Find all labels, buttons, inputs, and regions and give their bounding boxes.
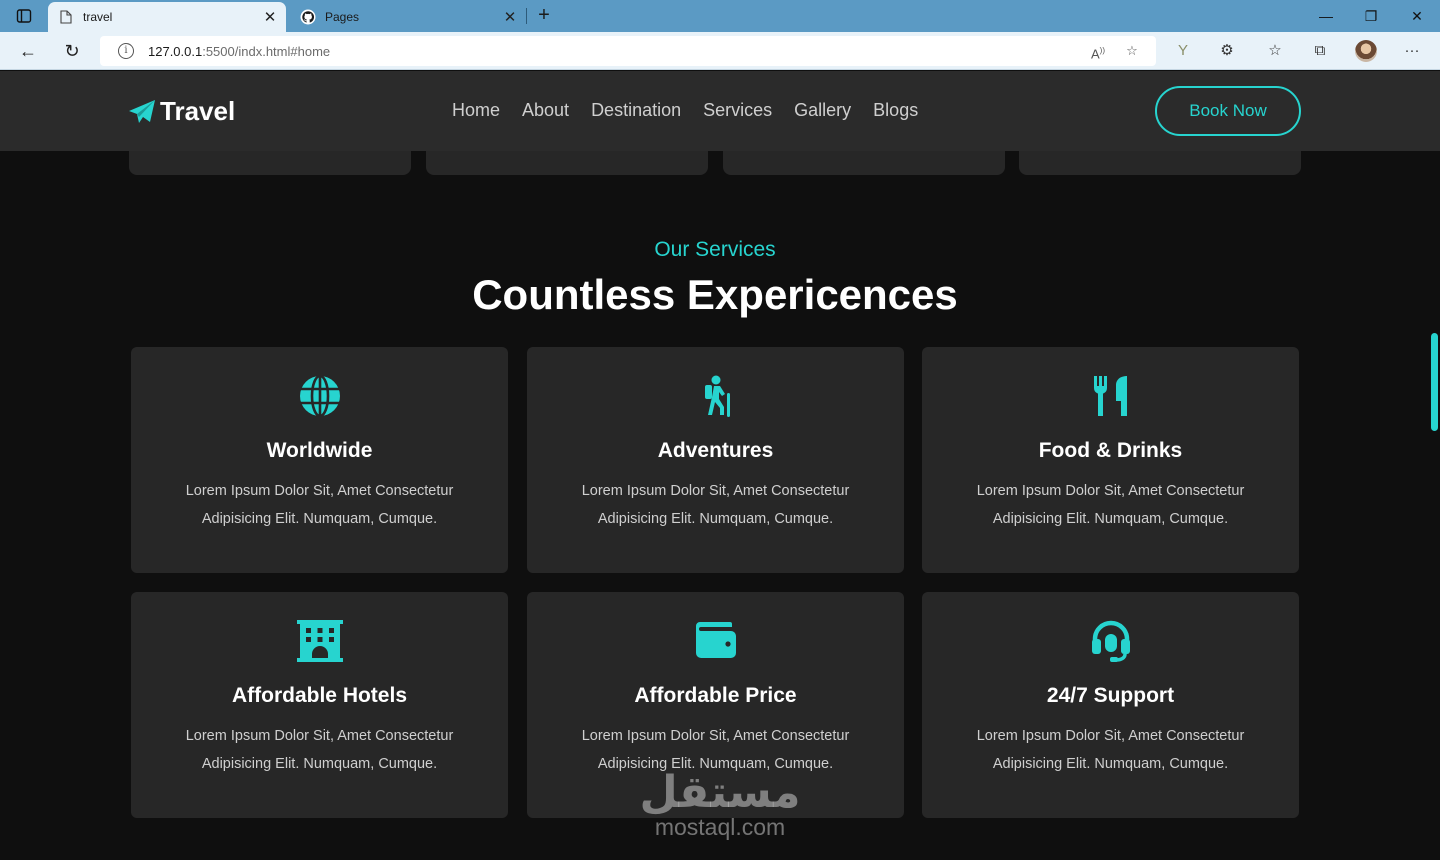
card-text-line: Adipisicing Elit. Numquam, Cumque. xyxy=(201,756,438,772)
service-card-worldwide: Worldwide Lorem Ipsum Dolor Sit, Amet Co… xyxy=(131,347,508,573)
paper-plane-icon xyxy=(129,99,155,123)
card-text: Lorem Ipsum Dolor Sit, Amet Consectetur A… xyxy=(952,722,1269,778)
card-title: Food & Drinks xyxy=(1038,439,1183,462)
card-text-line: Lorem Ipsum Dolor Sit, Amet Consectetur xyxy=(185,483,454,499)
url-text[interactable]: 127.0.0.1:5500/indx.html#home xyxy=(148,44,1088,59)
tab-pages[interactable]: Pages ✕ xyxy=(290,2,526,32)
card-title: Affordable Hotels xyxy=(231,684,407,707)
close-icon[interactable]: ✕ xyxy=(502,9,518,26)
nav-blogs[interactable]: Blogs xyxy=(873,100,918,121)
card-text-line: Lorem Ipsum Dolor Sit, Amet Consectetur xyxy=(976,483,1245,499)
favorites-icon[interactable]: ☆ xyxy=(1265,41,1285,61)
card-text-line: Lorem Ipsum Dolor Sit, Amet Consectetur xyxy=(976,728,1245,744)
refresh-icon[interactable]: ↻ xyxy=(62,41,82,61)
nav-destination[interactable]: Destination xyxy=(591,100,681,121)
site-header: Travel Home About Destination Services G… xyxy=(0,71,1440,151)
read-aloud-icon[interactable]: A)) xyxy=(1088,41,1108,61)
wallet-icon xyxy=(527,620,904,664)
address-bar[interactable]: i 127.0.0.1:5500/indx.html#home A)) ☆ xyxy=(100,36,1156,66)
service-card-support: 24/7 Support Lorem Ipsum Dolor Sit, Amet… xyxy=(922,592,1299,818)
nav-about[interactable]: About xyxy=(522,100,569,121)
card-text-line: Adipisicing Elit. Numquam, Cumque. xyxy=(201,511,438,527)
watermark-arabic: مستقل xyxy=(639,768,801,817)
card-title: 24/7 Support xyxy=(1046,684,1175,707)
card-text-line: Adipisicing Elit. Numquam, Cumque. xyxy=(992,511,1229,527)
service-card-food-drinks: Food & Drinks Lorem Ipsum Dolor Sit, Ame… xyxy=(922,347,1299,573)
github-icon xyxy=(300,9,316,25)
main-nav: Home About Destination Services Gallery … xyxy=(452,100,918,121)
site-logo[interactable]: Travel xyxy=(128,96,235,127)
card-text: Lorem Ipsum Dolor Sit, Amet Consectetur A… xyxy=(557,477,874,533)
restore-icon[interactable]: ❐ xyxy=(1361,6,1381,26)
card-text: Lorem Ipsum Dolor Sit, Amet Consectetur A… xyxy=(161,477,478,533)
minimize-icon[interactable]: — xyxy=(1316,6,1336,26)
tab-title: travel xyxy=(83,10,113,24)
nav-services[interactable]: Services xyxy=(703,100,772,121)
info-icon[interactable]: i xyxy=(118,43,134,59)
section-title: Countless Expericences xyxy=(472,271,958,318)
service-card-affordable-hotels: Affordable Hotels Lorem Ipsum Dolor Sit,… xyxy=(131,592,508,818)
close-icon[interactable]: ✕ xyxy=(262,9,278,26)
nav-gallery[interactable]: Gallery xyxy=(794,100,851,121)
url-host: 127.0.0.1 xyxy=(148,43,203,59)
service-card-adventures: Adventures Lorem Ipsum Dolor Sit, Amet C… xyxy=(527,347,904,573)
scrollbar-thumb[interactable] xyxy=(1431,333,1438,431)
page-icon xyxy=(58,9,74,25)
card-text: Lorem Ipsum Dolor Sit, Amet Consectetur A… xyxy=(952,477,1269,533)
book-now-button[interactable]: Book Now xyxy=(1155,86,1301,136)
tab-divider xyxy=(526,8,527,24)
extension-v-icon[interactable]: Y xyxy=(1173,41,1193,61)
logo-text: Travel xyxy=(160,96,236,126)
headset-icon xyxy=(922,620,1299,664)
add-favorite-icon[interactable]: ☆ xyxy=(1122,41,1142,61)
hotel-icon xyxy=(131,620,508,664)
card-title: Worldwide xyxy=(266,439,373,462)
tab-travel[interactable]: travel ✕ xyxy=(48,2,286,32)
hiking-icon xyxy=(527,375,904,419)
card-text-line: Adipisicing Elit. Numquam, Cumque. xyxy=(992,756,1229,772)
nav-home[interactable]: Home xyxy=(452,100,500,121)
card-text-line: Adipisicing Elit. Numquam, Cumque. xyxy=(597,511,834,527)
watermark-logo: مستقل mostaql.com xyxy=(620,768,820,840)
section-subtitle: Our Services xyxy=(654,238,776,261)
tab-title: Pages xyxy=(325,10,360,24)
browser-toolbar: ← ↻ i 127.0.0.1:5500/indx.html#home A)) … xyxy=(0,32,1440,70)
back-arrow-icon[interactable]: ← xyxy=(18,41,38,61)
globe-icon xyxy=(131,375,508,419)
profile-avatar[interactable] xyxy=(1355,40,1377,62)
new-tab-icon[interactable]: + xyxy=(534,5,554,27)
card-title: Affordable Price xyxy=(634,684,797,707)
extensions-icon[interactable]: ⚙ xyxy=(1217,41,1237,61)
card-text-line: Lorem Ipsum Dolor Sit, Amet Consectetur xyxy=(581,483,850,499)
card-text-line: Lorem Ipsum Dolor Sit, Amet Consectetur xyxy=(185,728,454,744)
card-text: Lorem Ipsum Dolor Sit, Amet Consectetur A… xyxy=(161,722,478,778)
tab-actions-icon[interactable] xyxy=(16,8,32,24)
watermark-latin: mostaql.com xyxy=(654,814,786,840)
utensils-icon xyxy=(922,375,1299,419)
card-text-line: Lorem Ipsum Dolor Sit, Amet Consectetur xyxy=(581,728,850,744)
collections-icon[interactable]: ⧉ xyxy=(1310,41,1330,61)
close-window-icon[interactable]: ✕ xyxy=(1407,6,1427,26)
card-title: Adventures xyxy=(657,439,774,462)
web-page: Travel Home About Destination Services G… xyxy=(0,71,1440,860)
browser-titlebar: travel ✕ Pages ✕ + — ❐ ✕ xyxy=(0,0,1440,32)
url-path: :5500/indx.html#home xyxy=(202,43,331,59)
more-options-icon[interactable]: ··· xyxy=(1402,41,1422,61)
